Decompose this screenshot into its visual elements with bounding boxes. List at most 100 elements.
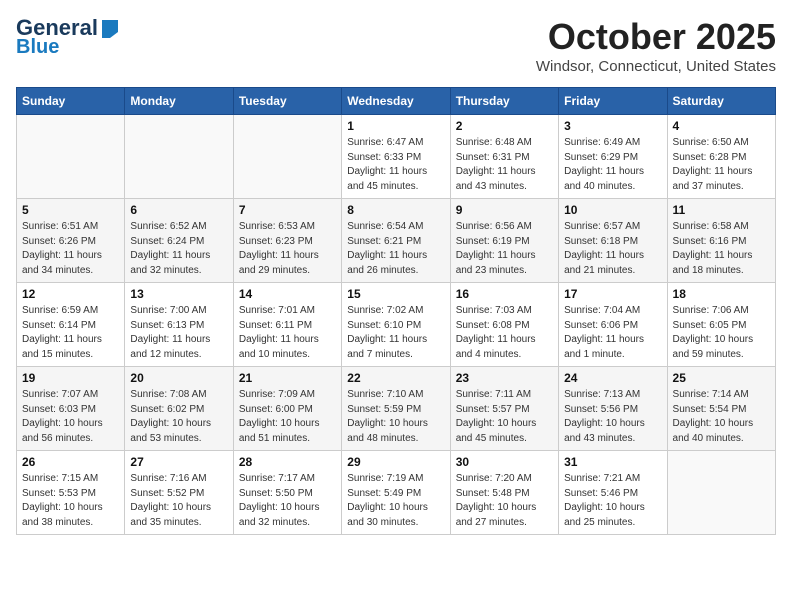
- day-number: 8: [347, 203, 444, 217]
- title-block: October 2025 Windsor, Connecticut, Unite…: [536, 16, 776, 75]
- calendar-cell: 11 Sunrise: 6:58 AM Sunset: 6:16 PM Dayli…: [667, 199, 775, 283]
- day-number: 24: [564, 371, 661, 385]
- calendar-cell: 12 Sunrise: 6:59 AM Sunset: 6:14 PM Dayli…: [17, 283, 125, 367]
- calendar-cell: 19 Sunrise: 7:07 AM Sunset: 6:03 PM Dayli…: [17, 367, 125, 451]
- calendar-cell: 4 Sunrise: 6:50 AM Sunset: 6:28 PM Daylig…: [667, 115, 775, 199]
- day-info: Sunrise: 7:07 AM Sunset: 6:03 PM Dayligh…: [22, 388, 119, 446]
- day-number: 10: [564, 203, 661, 217]
- day-info: Sunrise: 7:04 AM Sunset: 6:06 PM Dayligh…: [564, 304, 661, 362]
- day-number: 9: [456, 203, 553, 217]
- calendar-cell: 1 Sunrise: 6:47 AM Sunset: 6:33 PM Daylig…: [342, 115, 450, 199]
- calendar-cell: 23 Sunrise: 7:11 AM Sunset: 5:57 PM Dayli…: [450, 367, 558, 451]
- day-number: 26: [22, 455, 119, 469]
- logo-blue: Blue: [16, 36, 59, 58]
- day-info: Sunrise: 7:13 AM Sunset: 5:56 PM Dayligh…: [564, 388, 661, 446]
- calendar-cell: 28Sunrise: 7:17 AM Sunset: 5:50 PM Dayli…: [233, 451, 341, 535]
- day-number: 21: [239, 371, 336, 385]
- calendar-cell: 21Sunrise: 7:09 AM Sunset: 6:00 PM Dayli…: [233, 367, 341, 451]
- weekday-header-friday: Friday: [559, 88, 667, 115]
- calendar-cell: [17, 115, 125, 199]
- day-info: Sunrise: 7:19 AM Sunset: 5:49 PM Dayligh…: [347, 472, 444, 530]
- day-number: 4: [673, 119, 770, 133]
- day-info: Sunrise: 7:00 AM Sunset: 6:13 PM Dayligh…: [130, 304, 227, 362]
- calendar-cell: 14Sunrise: 7:01 AM Sunset: 6:11 PM Dayli…: [233, 283, 341, 367]
- day-number: 3: [564, 119, 661, 133]
- weekday-header-monday: Monday: [125, 88, 233, 115]
- day-info: Sunrise: 6:47 AM Sunset: 6:33 PM Dayligh…: [347, 136, 444, 194]
- day-number: 22: [347, 371, 444, 385]
- day-number: 20: [130, 371, 227, 385]
- month-title: October 2025: [536, 16, 776, 58]
- calendar-cell: 26 Sunrise: 7:15 AM Sunset: 5:53 PM Dayli…: [17, 451, 125, 535]
- calendar-week-4: 19 Sunrise: 7:07 AM Sunset: 6:03 PM Dayli…: [17, 367, 776, 451]
- calendar-table: SundayMondayTuesdayWednesdayThursdayFrid…: [16, 87, 776, 535]
- weekday-header-sunday: Sunday: [17, 88, 125, 115]
- day-info: Sunrise: 6:49 AM Sunset: 6:29 PM Dayligh…: [564, 136, 661, 194]
- day-info: Sunrise: 6:52 AM Sunset: 6:24 PM Dayligh…: [130, 220, 227, 278]
- day-info: Sunrise: 6:51 AM Sunset: 6:26 PM Dayligh…: [22, 220, 119, 278]
- day-number: 15: [347, 287, 444, 301]
- day-number: 18: [673, 287, 770, 301]
- calendar-cell: 5Sunrise: 6:51 AM Sunset: 6:26 PM Daylig…: [17, 199, 125, 283]
- calendar-cell: 2 Sunrise: 6:48 AM Sunset: 6:31 PM Daylig…: [450, 115, 558, 199]
- day-info: Sunrise: 7:06 AM Sunset: 6:05 PM Dayligh…: [673, 304, 770, 362]
- calendar-cell: 17 Sunrise: 7:04 AM Sunset: 6:06 PM Dayli…: [559, 283, 667, 367]
- day-info: Sunrise: 7:11 AM Sunset: 5:57 PM Dayligh…: [456, 388, 553, 446]
- calendar-cell: [667, 451, 775, 535]
- calendar-cell: 15Sunrise: 7:02 AM Sunset: 6:10 PM Dayli…: [342, 283, 450, 367]
- calendar-cell: [233, 115, 341, 199]
- calendar-week-5: 26 Sunrise: 7:15 AM Sunset: 5:53 PM Dayli…: [17, 451, 776, 535]
- calendar-cell: 22Sunrise: 7:10 AM Sunset: 5:59 PM Dayli…: [342, 367, 450, 451]
- weekday-header-thursday: Thursday: [450, 88, 558, 115]
- day-number: 27: [130, 455, 227, 469]
- day-info: Sunrise: 7:21 AM Sunset: 5:46 PM Dayligh…: [564, 472, 661, 530]
- day-info: Sunrise: 6:54 AM Sunset: 6:21 PM Dayligh…: [347, 220, 444, 278]
- calendar-week-1: 1 Sunrise: 6:47 AM Sunset: 6:33 PM Daylig…: [17, 115, 776, 199]
- weekday-header-saturday: Saturday: [667, 88, 775, 115]
- day-number: 28: [239, 455, 336, 469]
- day-number: 25: [673, 371, 770, 385]
- day-number: 23: [456, 371, 553, 385]
- day-number: 19: [22, 371, 119, 385]
- weekday-header-wednesday: Wednesday: [342, 88, 450, 115]
- day-number: 14: [239, 287, 336, 301]
- location: Windsor, Connecticut, United States: [536, 58, 776, 75]
- calendar-cell: 16 Sunrise: 7:03 AM Sunset: 6:08 PM Dayli…: [450, 283, 558, 367]
- calendar-cell: 13 Sunrise: 7:00 AM Sunset: 6:13 PM Dayli…: [125, 283, 233, 367]
- day-number: 11: [673, 203, 770, 217]
- calendar-cell: 20 Sunrise: 7:08 AM Sunset: 6:02 PM Dayli…: [125, 367, 233, 451]
- day-number: 31: [564, 455, 661, 469]
- day-number: 6: [130, 203, 227, 217]
- day-info: Sunrise: 7:14 AM Sunset: 5:54 PM Dayligh…: [673, 388, 770, 446]
- day-info: Sunrise: 6:50 AM Sunset: 6:28 PM Dayligh…: [673, 136, 770, 194]
- day-number: 13: [130, 287, 227, 301]
- calendar-cell: [125, 115, 233, 199]
- calendar-cell: 9 Sunrise: 6:56 AM Sunset: 6:19 PM Daylig…: [450, 199, 558, 283]
- calendar-cell: 27Sunrise: 7:16 AM Sunset: 5:52 PM Dayli…: [125, 451, 233, 535]
- day-number: 1: [347, 119, 444, 133]
- calendar-cell: 10 Sunrise: 6:57 AM Sunset: 6:18 PM Dayli…: [559, 199, 667, 283]
- day-number: 17: [564, 287, 661, 301]
- calendar-week-2: 5Sunrise: 6:51 AM Sunset: 6:26 PM Daylig…: [17, 199, 776, 283]
- weekday-header-tuesday: Tuesday: [233, 88, 341, 115]
- calendar-cell: 7Sunrise: 6:53 AM Sunset: 6:23 PM Daylig…: [233, 199, 341, 283]
- day-number: 12: [22, 287, 119, 301]
- day-info: Sunrise: 7:20 AM Sunset: 5:48 PM Dayligh…: [456, 472, 553, 530]
- day-info: Sunrise: 6:59 AM Sunset: 6:14 PM Dayligh…: [22, 304, 119, 362]
- calendar-week-3: 12 Sunrise: 6:59 AM Sunset: 6:14 PM Dayli…: [17, 283, 776, 367]
- calendar-cell: 6 Sunrise: 6:52 AM Sunset: 6:24 PM Daylig…: [125, 199, 233, 283]
- day-info: Sunrise: 6:57 AM Sunset: 6:18 PM Dayligh…: [564, 220, 661, 278]
- day-info: Sunrise: 6:48 AM Sunset: 6:31 PM Dayligh…: [456, 136, 553, 194]
- day-info: Sunrise: 6:56 AM Sunset: 6:19 PM Dayligh…: [456, 220, 553, 278]
- logo: General Blue: [16, 16, 120, 58]
- day-info: Sunrise: 7:03 AM Sunset: 6:08 PM Dayligh…: [456, 304, 553, 362]
- day-number: 30: [456, 455, 553, 469]
- day-number: 2: [456, 119, 553, 133]
- calendar-cell: 29Sunrise: 7:19 AM Sunset: 5:49 PM Dayli…: [342, 451, 450, 535]
- calendar-cell: 18 Sunrise: 7:06 AM Sunset: 6:05 PM Dayli…: [667, 283, 775, 367]
- calendar-cell: 31 Sunrise: 7:21 AM Sunset: 5:46 PM Dayli…: [559, 451, 667, 535]
- day-info: Sunrise: 6:58 AM Sunset: 6:16 PM Dayligh…: [673, 220, 770, 278]
- day-number: 16: [456, 287, 553, 301]
- day-info: Sunrise: 7:08 AM Sunset: 6:02 PM Dayligh…: [130, 388, 227, 446]
- day-info: Sunrise: 7:15 AM Sunset: 5:53 PM Dayligh…: [22, 472, 119, 530]
